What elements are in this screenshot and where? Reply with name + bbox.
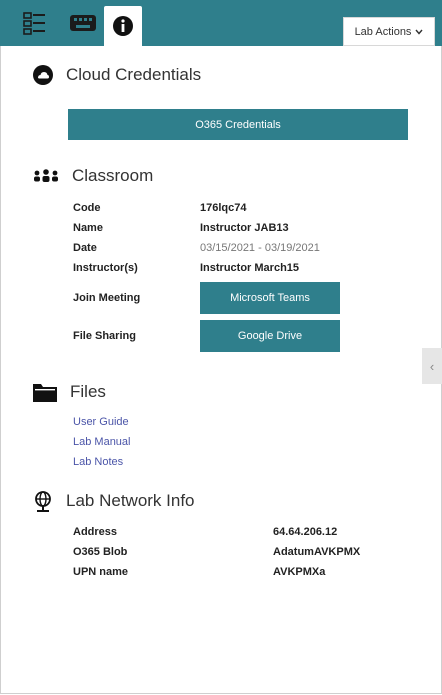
classroom-heading: Classroom xyxy=(32,166,153,186)
o365-blob-value: AdatumAVKPMX xyxy=(273,546,361,558)
user-guide-link[interactable]: User Guide xyxy=(73,416,129,428)
collapse-panel-tab[interactable]: ‹ xyxy=(422,348,442,384)
cloud-credentials-heading: Cloud Credentials xyxy=(32,64,201,86)
google-drive-button[interactable]: Google Drive xyxy=(200,320,340,352)
tab-info[interactable] xyxy=(104,6,142,46)
microsoft-teams-button[interactable]: Microsoft Teams xyxy=(200,282,340,314)
address-value: 64.64.206.12 xyxy=(273,526,338,538)
lab-actions-label: Lab Actions xyxy=(354,25,412,38)
people-icon xyxy=(32,168,60,184)
list-icon xyxy=(23,12,45,35)
name-value: Instructor JAB13 xyxy=(200,222,289,234)
o365-blob-label: O365 Blob xyxy=(73,546,128,558)
classroom-title: Classroom xyxy=(72,166,154,185)
top-toolbar: Lab Actions xyxy=(0,0,442,46)
chevron-left-icon: ‹ xyxy=(429,358,435,374)
upn-name-value: AVKPMXa xyxy=(273,566,326,578)
network-heading: Lab Network Info xyxy=(32,490,195,512)
chevron-down-icon xyxy=(415,29,423,35)
name-label: Name xyxy=(73,222,103,234)
keyboard-icon xyxy=(70,15,96,31)
tab-keyboard[interactable] xyxy=(66,5,100,41)
lab-manual-link[interactable]: Lab Manual xyxy=(73,436,131,448)
instructor-label: Instructor(s) xyxy=(73,262,138,274)
code-value: 176lqc74 xyxy=(200,202,247,214)
network-title: Lab Network Info xyxy=(66,491,195,510)
cloud-credentials-title: Cloud Credentials xyxy=(66,65,202,84)
address-label: Address xyxy=(73,526,118,538)
files-heading: Files xyxy=(32,381,106,403)
file-sharing-label: File Sharing xyxy=(73,330,136,342)
code-label: Code xyxy=(73,202,101,214)
info-icon xyxy=(113,16,133,36)
instructor-value: Instructor March15 xyxy=(200,262,300,274)
upn-name-label: UPN name xyxy=(73,566,129,578)
globe-icon xyxy=(32,490,54,512)
date-label: Date xyxy=(73,242,97,254)
lab-notes-link[interactable]: Lab Notes xyxy=(73,456,123,468)
files-title: Files xyxy=(70,382,106,401)
tab-details[interactable] xyxy=(20,5,50,41)
join-meeting-label: Join Meeting xyxy=(73,292,141,304)
folder-icon xyxy=(32,381,58,403)
o365-credentials-button[interactable]: O365 Credentials xyxy=(68,109,408,140)
date-value: 03/15/2021 - 03/19/2021 xyxy=(200,242,320,254)
cloud-icon xyxy=(32,64,54,86)
lab-actions-dropdown[interactable]: Lab Actions xyxy=(343,17,435,46)
